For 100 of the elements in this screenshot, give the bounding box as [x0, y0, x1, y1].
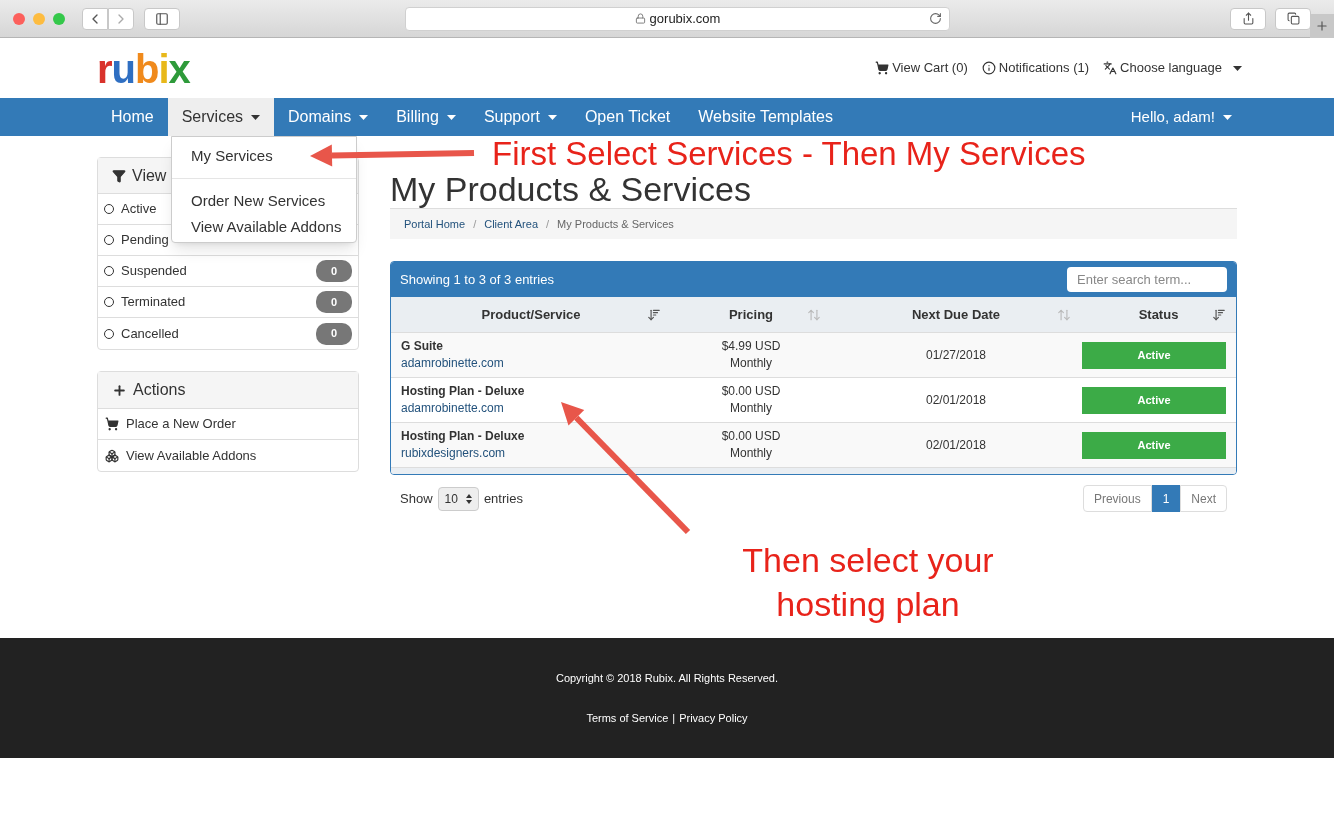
- back-button[interactable]: [82, 7, 108, 30]
- page-size-select[interactable]: 10: [437, 486, 479, 511]
- footer-link[interactable]: Terms of Service: [586, 710, 669, 727]
- price-text: $0.00 USD: [721, 383, 781, 400]
- nav-item[interactable]: Support: [469, 98, 571, 136]
- domain-link[interactable]: adamrobinette.com: [401, 355, 504, 372]
- share-button[interactable]: [1230, 7, 1266, 30]
- minimize-window-button[interactable]: [33, 12, 45, 25]
- filter-label: Pending: [121, 231, 169, 250]
- nav-item[interactable]: Domains: [274, 98, 383, 136]
- tabs-icon: [1286, 12, 1300, 25]
- filter-item[interactable]: Terminated 0: [98, 287, 358, 318]
- filter-label: Cancelled: [121, 324, 179, 343]
- url-text: gorubix.com: [649, 9, 721, 28]
- new-tab-button[interactable]: [1310, 14, 1334, 38]
- page-title: My Products & Services: [390, 172, 752, 206]
- billing-cycle: Monthly: [730, 400, 772, 417]
- domain-link[interactable]: adamrobinette.com: [401, 400, 504, 417]
- sidebar-button[interactable]: [144, 7, 180, 30]
- info-icon: [981, 61, 996, 75]
- breadcrumb-link[interactable]: Client Area: [484, 215, 538, 233]
- footer-separator: |: [672, 711, 676, 726]
- status-label: Active: [1082, 386, 1226, 414]
- tabs-button[interactable]: [1275, 7, 1311, 30]
- plus-icon: [112, 382, 127, 398]
- column-header[interactable]: Next Due Date: [831, 297, 1081, 332]
- count-badge: 0: [316, 291, 352, 313]
- column-header[interactable]: Pricing: [671, 297, 831, 332]
- cart-icon: [105, 417, 119, 431]
- filter-icon: [112, 168, 126, 183]
- filter-item[interactable]: Cancelled 0: [98, 318, 358, 349]
- forward-button[interactable]: [108, 7, 134, 30]
- dropdown-item[interactable]: Order New Services: [172, 188, 356, 214]
- product-name: Hosting Plan - Deluxe: [401, 428, 526, 445]
- status-label: Active: [1082, 341, 1226, 369]
- product-name: G Suite: [401, 338, 444, 355]
- billing-cycle: Monthly: [730, 445, 772, 462]
- action-item[interactable]: Place a New Order: [98, 409, 358, 440]
- domain-link[interactable]: rubixdesigners.com: [401, 445, 506, 462]
- reload-icon[interactable]: [929, 12, 942, 25]
- cart-icon: [875, 61, 890, 75]
- length-label: entries: [483, 489, 523, 508]
- count-badge: 0: [316, 322, 352, 345]
- search-field[interactable]: Enter search term...: [1067, 267, 1227, 292]
- price-text: $0.00 USD: [721, 428, 781, 445]
- billing-cycle: Monthly: [730, 355, 772, 372]
- filter-label: Active: [121, 200, 157, 219]
- stepper-arrows-icon: [465, 493, 472, 504]
- footer-link[interactable]: Privacy Policy: [679, 710, 748, 727]
- cubes-icon: [105, 448, 119, 463]
- caret-icon: [446, 114, 456, 120]
- nav-item[interactable]: Home: [97, 98, 168, 136]
- caret-icon: [359, 114, 369, 120]
- breadcrumb-separator: /: [546, 216, 550, 232]
- breadcrumb-separator: /: [473, 216, 477, 232]
- caret-icon: [251, 114, 261, 120]
- annotation-text: First Select Services - Then My Services: [492, 138, 1086, 170]
- product-name: Hosting Plan - Deluxe: [401, 383, 526, 400]
- share-icon: [1241, 12, 1255, 25]
- nav-item[interactable]: Website Templates: [684, 98, 847, 136]
- status-label: Active: [1082, 431, 1226, 459]
- dropdown-item[interactable]: My Services: [172, 143, 356, 169]
- pagination-button[interactable]: 1: [1151, 485, 1181, 512]
- pagination-button[interactable]: Previous: [1082, 485, 1152, 512]
- due-date: 01/27/2018: [925, 347, 987, 364]
- plus-icon: [1315, 19, 1329, 33]
- nav-item[interactable]: Services: [167, 98, 275, 136]
- breadcrumb-link[interactable]: Portal Home: [404, 215, 466, 233]
- caret-icon: [547, 114, 557, 120]
- panel-title: View: [132, 165, 167, 186]
- entries-summary: Showing 1 to 3 of 3 entries: [400, 270, 554, 289]
- filter-label: Terminated: [121, 293, 186, 312]
- header-link[interactable]: View Cart (0): [875, 58, 968, 78]
- due-date: 02/01/2018: [925, 437, 987, 454]
- filter-label: Suspended: [121, 262, 187, 281]
- header-link[interactable]: Notifications (1): [981, 58, 1090, 78]
- caret-icon: [1233, 65, 1242, 71]
- lock-icon: [634, 13, 646, 24]
- sidebar-icon: [155, 11, 169, 26]
- panel-title: Actions: [133, 380, 186, 400]
- close-window-button[interactable]: [13, 12, 25, 25]
- user-menu[interactable]: Hello, adam!: [1125, 98, 1237, 136]
- maximize-window-button[interactable]: [53, 12, 65, 25]
- annotation-text: Then select your hosting plan: [741, 540, 995, 625]
- length-label: Show: [400, 489, 433, 508]
- due-date: 02/01/2018: [925, 392, 987, 409]
- language-icon: [1103, 61, 1118, 75]
- dropdown-item[interactable]: View Available Addons: [172, 214, 356, 240]
- nav-item[interactable]: Open Ticket: [570, 98, 685, 136]
- price-text: $4.99 USD: [721, 338, 781, 355]
- header-link[interactable]: Choose language: [1103, 58, 1242, 78]
- action-item[interactable]: View Available Addons: [98, 440, 358, 471]
- filter-item[interactable]: Suspended 0: [98, 256, 358, 287]
- logo[interactable]: rubix: [97, 49, 190, 89]
- address-bar[interactable]: gorubix.com: [405, 6, 950, 31]
- column-header[interactable]: Product/Service: [391, 297, 671, 332]
- nav-item[interactable]: Billing: [382, 98, 470, 136]
- pagination-button[interactable]: Next: [1180, 485, 1227, 512]
- breadcrumb-current: My Products & Services: [557, 216, 674, 232]
- column-header[interactable]: Status: [1081, 297, 1236, 332]
